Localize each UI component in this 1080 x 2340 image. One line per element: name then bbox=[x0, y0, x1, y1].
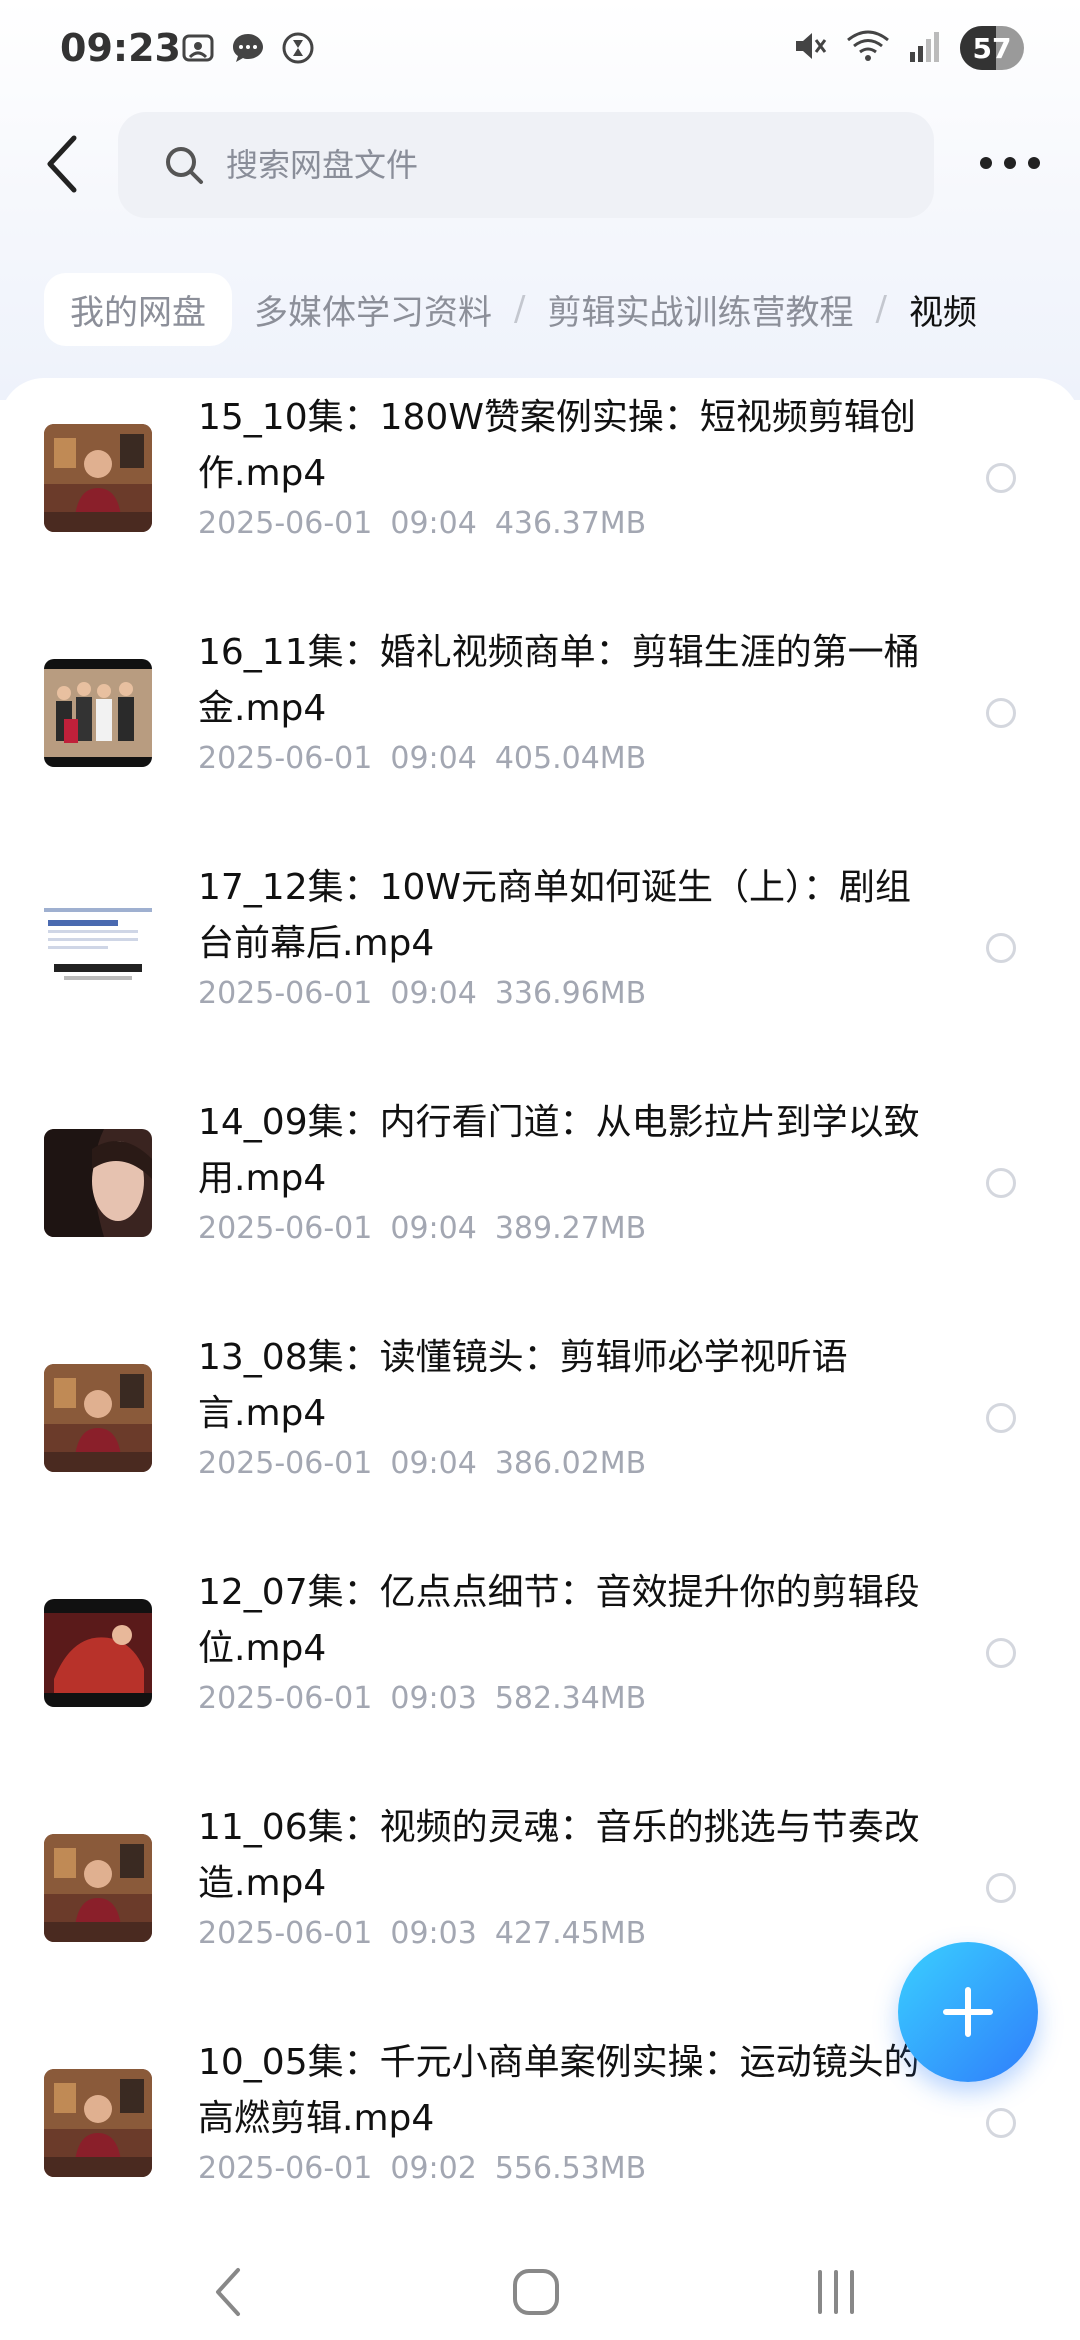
wifi-icon bbox=[846, 28, 890, 68]
search-bar[interactable] bbox=[118, 112, 934, 218]
file-meta: 2025-06-01 09:02 556.53MB bbox=[198, 2151, 664, 2186]
select-radio[interactable] bbox=[986, 1168, 1016, 1198]
file-meta: 2025-06-01 09:04 436.37MB bbox=[198, 506, 664, 541]
file-row[interactable]: 15_10集：180W赞案例实操：短视频剪辑创作.mp4 2025-06-01 0… bbox=[0, 378, 1080, 613]
video-thumbnail bbox=[44, 1834, 152, 1942]
breadcrumb-separator: / bbox=[875, 289, 887, 329]
video-thumbnail bbox=[44, 1364, 152, 1472]
video-thumbnail bbox=[44, 424, 152, 532]
file-list: 15_10集：180W赞案例实操：短视频剪辑创作.mp4 2025-06-01 0… bbox=[0, 378, 1080, 2238]
file-meta: 2025-06-01 09:04 389.27MB bbox=[198, 1211, 664, 1246]
screenshot-icon bbox=[180, 30, 216, 66]
breadcrumb-item[interactable]: 多媒体学习资料 bbox=[254, 285, 492, 334]
home-nav-icon bbox=[513, 2269, 559, 2315]
nav-recents-button[interactable] bbox=[806, 2264, 866, 2320]
file-meta: 2025-06-01 09:04 386.02MB bbox=[198, 1446, 664, 1481]
nav-back-button[interactable] bbox=[200, 2264, 260, 2320]
hourglass-icon bbox=[280, 30, 316, 66]
file-name: 12_07集：亿点点细节：音效提升你的剪辑段位.mp4 bbox=[198, 1572, 920, 1669]
file-time: 09:04 bbox=[390, 976, 477, 1011]
breadcrumb-separator: / bbox=[514, 289, 526, 329]
file-row[interactable]: 14_09集：内行看门道：从电影拉片到学以致用.mp4 2025-06-01 09… bbox=[0, 1083, 1080, 1318]
breadcrumb-current: 视频 bbox=[908, 292, 977, 333]
nav-home-button[interactable] bbox=[506, 2264, 566, 2320]
search-input[interactable] bbox=[224, 145, 908, 185]
file-meta: 2025-06-01 09:04 405.04MB bbox=[198, 741, 664, 776]
status-bar: 09:23 57 bbox=[0, 0, 1080, 100]
video-thumbnail bbox=[44, 1599, 152, 1707]
system-nav-bar bbox=[0, 2238, 1080, 2340]
breadcrumb-item[interactable]: 剪辑实战训练营教程 bbox=[547, 285, 853, 334]
battery-indicator: 57 bbox=[960, 26, 1024, 70]
file-time: 09:04 bbox=[390, 506, 477, 541]
message-icon bbox=[230, 30, 266, 66]
file-size: 556.53MB bbox=[494, 2151, 647, 2186]
file-time: 09:03 bbox=[390, 1681, 477, 1716]
video-thumbnail bbox=[44, 894, 152, 1002]
file-name: 14_09集：内行看门道：从电影拉片到学以致用.mp4 bbox=[198, 1102, 920, 1199]
select-radio[interactable] bbox=[986, 463, 1016, 493]
file-meta: 2025-06-01 09:03 582.34MB bbox=[198, 1681, 664, 1716]
status-time: 09:23 bbox=[60, 26, 181, 70]
more-dot-icon bbox=[1004, 157, 1016, 169]
file-name: 13_08集：读懂镜头：剪辑师必学视听语言.mp4 bbox=[198, 1337, 848, 1434]
file-name: 11_06集：视频的灵魂：音乐的挑选与节奏改造.mp4 bbox=[198, 1807, 920, 1904]
file-size: 389.27MB bbox=[494, 1211, 647, 1246]
file-date: 2025-06-01 bbox=[198, 1916, 373, 1951]
file-date: 2025-06-01 bbox=[198, 2151, 373, 2186]
file-size: 436.37MB bbox=[494, 506, 647, 541]
add-button[interactable] bbox=[898, 1942, 1038, 2082]
select-radio[interactable] bbox=[986, 2108, 1016, 2138]
file-date: 2025-06-01 bbox=[198, 976, 373, 1011]
select-radio[interactable] bbox=[986, 933, 1016, 963]
plus-icon bbox=[943, 1987, 993, 2037]
video-thumbnail bbox=[44, 1129, 152, 1237]
file-row[interactable]: 16_11集：婚礼视频商单：剪辑生涯的第一桶金.mp4 2025-06-01 09… bbox=[0, 613, 1080, 848]
select-radio[interactable] bbox=[986, 1403, 1016, 1433]
more-dot-icon bbox=[980, 157, 992, 169]
file-name: 16_11集：婚礼视频商单：剪辑生涯的第一桶金.mp4 bbox=[198, 632, 920, 729]
recents-nav-icon bbox=[818, 2270, 854, 2314]
file-date: 2025-06-01 bbox=[198, 506, 373, 541]
breadcrumb-home[interactable]: 我的网盘 bbox=[44, 272, 232, 346]
select-radio[interactable] bbox=[986, 1873, 1016, 1903]
chevron-left-icon bbox=[47, 135, 77, 193]
more-options-button[interactable] bbox=[980, 148, 1040, 178]
back-nav-icon bbox=[216, 2268, 240, 2316]
file-size: 386.02MB bbox=[494, 1446, 647, 1481]
file-row[interactable]: 12_07集：亿点点细节：音效提升你的剪辑段位.mp4 2025-06-01 09… bbox=[0, 1553, 1080, 1788]
mute-icon bbox=[792, 28, 828, 68]
file-meta: 2025-06-01 09:03 427.45MB bbox=[198, 1916, 664, 1951]
file-meta: 2025-06-01 09:04 336.96MB bbox=[198, 976, 664, 1011]
video-thumbnail bbox=[44, 659, 152, 767]
search-icon bbox=[166, 147, 203, 184]
file-date: 2025-06-01 bbox=[198, 1446, 373, 1481]
select-radio[interactable] bbox=[986, 1638, 1016, 1668]
back-button[interactable] bbox=[40, 130, 84, 198]
file-row[interactable]: 17_12集：10W元商单如何诞生（上）：剧组台前幕后.mp4 2025-06-… bbox=[0, 848, 1080, 1083]
file-name: 10_05集：千元小商单案例实操：运动镜头的高燃剪辑.mp4 bbox=[198, 2042, 920, 2139]
signal-icon bbox=[908, 28, 942, 68]
file-date: 2025-06-01 bbox=[198, 741, 373, 776]
file-size: 336.96MB bbox=[494, 976, 647, 1011]
file-name: 17_12集：10W元商单如何诞生（上）：剧组台前幕后.mp4 bbox=[198, 867, 912, 964]
battery-level: 57 bbox=[972, 31, 1012, 65]
file-date: 2025-06-01 bbox=[198, 1211, 373, 1246]
file-time: 09:03 bbox=[390, 1916, 477, 1951]
file-time: 09:04 bbox=[390, 741, 477, 776]
file-time: 09:04 bbox=[390, 1211, 477, 1246]
select-radio[interactable] bbox=[986, 698, 1016, 728]
file-row[interactable]: 13_08集：读懂镜头：剪辑师必学视听语言.mp4 2025-06-01 09:0… bbox=[0, 1318, 1080, 1553]
file-time: 09:02 bbox=[390, 2151, 477, 2186]
breadcrumb: 我的网盘 多媒体学习资料 / 剪辑实战训练营教程 / 视频 bbox=[44, 272, 977, 346]
more-dot-icon bbox=[1028, 157, 1040, 169]
file-size: 582.34MB bbox=[494, 1681, 647, 1716]
file-name: 15_10集：180W赞案例实操：短视频剪辑创作.mp4 bbox=[198, 397, 916, 494]
file-time: 09:04 bbox=[390, 1446, 477, 1481]
video-thumbnail bbox=[44, 2069, 152, 2177]
file-size: 405.04MB bbox=[494, 741, 647, 776]
file-size: 427.45MB bbox=[494, 1916, 647, 1951]
file-date: 2025-06-01 bbox=[198, 1681, 373, 1716]
